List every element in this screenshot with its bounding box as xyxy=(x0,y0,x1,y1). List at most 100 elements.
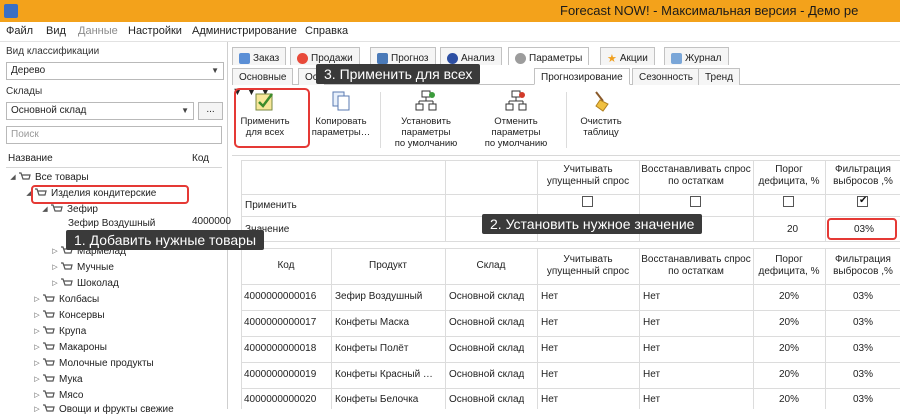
col-deficit-threshold[interactable]: Порог дефицита, % xyxy=(755,254,823,278)
cell-product: Конфеты Маска xyxy=(335,317,410,328)
tree-item-label: Молочные продукты xyxy=(59,357,154,369)
tree-item-myaso[interactable]: ▷ Мясо xyxy=(32,388,83,402)
subtab-forecasting[interactable]: Прогнозирование xyxy=(534,68,630,85)
tree-item-konservy[interactable]: ▷ Консервы xyxy=(32,308,104,322)
tree-item-makarony[interactable]: ▷ Макароны xyxy=(32,340,107,354)
cell-outlier: 03% xyxy=(853,317,874,328)
cell-outlier: 03% xyxy=(853,369,874,380)
tab-journal[interactable]: Журнал xyxy=(664,47,729,65)
tree-item-zefir[interactable]: ◢ Зефир xyxy=(40,202,98,216)
expand-icon[interactable]: ▷ xyxy=(32,359,42,367)
cart-icon xyxy=(43,390,55,400)
title-bar: Forecast NOW! - Максимальная версия - Де… xyxy=(0,0,900,22)
tree-item-shokolad[interactable]: ▷ Шоколад xyxy=(50,276,119,290)
expand-icon[interactable]: ▷ xyxy=(32,405,42,413)
tab-promotions[interactable]: ★ Акции xyxy=(600,47,655,65)
expand-icon[interactable]: ▷ xyxy=(32,343,42,351)
subtab-trend[interactable]: Тренд xyxy=(698,68,741,85)
tree-item-zefir-vozdushny[interactable]: Зефир Воздушный xyxy=(68,216,155,230)
tree-item-muka[interactable]: ▷ Мука xyxy=(32,372,82,386)
warehouse-more-button[interactable]: ... xyxy=(198,102,223,120)
expand-icon[interactable]: ▷ xyxy=(32,311,42,319)
grid-line xyxy=(825,160,826,242)
tree-item-kolbasy[interactable]: ▷ Колбасы xyxy=(32,292,99,306)
cell-code: 4000000000016 xyxy=(244,291,317,302)
gear-icon xyxy=(515,52,526,64)
col-deficit-threshold: Порог дефицита, % xyxy=(758,164,820,187)
tree-col-name[interactable]: Название xyxy=(8,153,53,164)
col-product[interactable]: Продукт xyxy=(331,260,445,272)
cancel-default-button[interactable]: Отменить параметры по умолчанию xyxy=(478,90,554,149)
cell-code: 4000000000020 xyxy=(244,394,317,405)
expand-icon[interactable]: ▷ xyxy=(50,263,60,271)
tree-col-code[interactable]: Код xyxy=(192,153,209,164)
cell-product: Конфеты Красный … xyxy=(335,369,433,380)
tab-sales[interactable]: Продажи xyxy=(290,47,360,65)
journal-icon xyxy=(671,52,682,64)
search-input[interactable]: Поиск xyxy=(6,126,222,144)
order-icon xyxy=(239,52,250,64)
warehouse-select[interactable]: Основной склад ▼ xyxy=(6,102,194,120)
expand-icon[interactable]: ▷ xyxy=(32,295,42,303)
expand-icon[interactable]: ▷ xyxy=(32,327,42,335)
tree-item-molochnye[interactable]: ▷ Молочные продукты xyxy=(32,356,154,370)
cart-icon xyxy=(61,278,73,288)
apply-outlier-checkbox[interactable] xyxy=(857,195,868,207)
collapse-icon[interactable]: ◢ xyxy=(8,173,18,181)
cart-icon xyxy=(43,294,55,304)
col-code[interactable]: Код xyxy=(241,260,331,272)
warehouse-value: Основной склад xyxy=(11,105,87,116)
tab-parameters[interactable]: Параметры xyxy=(508,47,590,65)
forecast-icon xyxy=(377,52,388,64)
menu-settings[interactable]: Настройки xyxy=(128,25,182,37)
col-outlier-filter[interactable]: Фильтрация выбросов ,% xyxy=(827,254,899,278)
highlight-value-cell xyxy=(827,218,897,240)
cell-warehouse: Основной склад xyxy=(449,369,525,380)
col-outlier-filter: Фильтрация выбросов ,% xyxy=(833,164,893,187)
expand-icon[interactable]: ▷ xyxy=(32,375,42,383)
chevron-down-icon: ▼ xyxy=(211,66,219,75)
col-lost-demand[interactable]: Учитывать упущенный спрос xyxy=(539,254,637,278)
cart-icon xyxy=(19,172,31,182)
cell-warehouse: Основной склад xyxy=(449,394,525,405)
tree-item-krupa[interactable]: ▷ Крупа xyxy=(32,324,86,338)
apply-deficit-checkbox[interactable] xyxy=(783,196,794,207)
col-restore-demand[interactable]: Восстанавливать спрос по остаткам xyxy=(641,254,751,278)
copy-params-button[interactable]: Копировать параметры… xyxy=(310,90,372,138)
tree-item-muchnye[interactable]: ▷ Мучные xyxy=(50,260,114,274)
cell-code: 4000000000017 xyxy=(244,317,317,328)
cell-product: Конфеты Белочка xyxy=(335,394,419,405)
classification-select[interactable]: Дерево ▼ xyxy=(6,62,224,80)
tab-order[interactable]: Заказ xyxy=(232,47,287,65)
cart-icon xyxy=(43,342,55,352)
tab-analysis[interactable]: Анализ xyxy=(440,47,502,65)
clear-table-button[interactable]: Очистить таблицу xyxy=(572,90,630,138)
menu-data[interactable]: Данные xyxy=(78,25,118,37)
callout-step-3: 3. Применить для всех xyxy=(316,64,481,84)
tree-item-ovoshchi[interactable]: ▷ Овощи и фрукты свежие xyxy=(32,402,173,416)
grid-line xyxy=(537,248,538,409)
apply-lost-demand-checkbox[interactable] xyxy=(582,196,593,207)
expand-icon[interactable]: ▷ xyxy=(50,247,60,255)
tree-item-all-goods[interactable]: ◢ Все товары xyxy=(8,170,88,184)
menu-administration[interactable]: Администрирование xyxy=(192,25,297,37)
apply-restore-demand-checkbox[interactable] xyxy=(690,196,701,207)
collapse-icon[interactable]: ◢ xyxy=(40,205,50,213)
grid-line xyxy=(241,336,900,337)
tree-item-label: Зефир xyxy=(67,203,98,215)
expand-icon[interactable]: ▷ xyxy=(50,279,60,287)
expand-icon[interactable]: ▷ xyxy=(32,391,42,399)
subtab-seasonality[interactable]: Сезонность xyxy=(632,68,700,85)
tab-forecast[interactable]: Прогноз xyxy=(370,47,436,65)
menu-view[interactable]: Вид xyxy=(46,25,66,37)
deficit-value-input[interactable]: 20 xyxy=(787,224,798,235)
cell-deficit: 20% xyxy=(779,369,800,380)
col-warehouse[interactable]: Склад xyxy=(445,260,537,272)
subtab-main[interactable]: Основные xyxy=(232,68,294,85)
cell-deficit: 20% xyxy=(779,291,800,302)
cell-deficit: 20% xyxy=(779,317,800,328)
menu-help[interactable]: Справка xyxy=(305,25,348,37)
cart-icon xyxy=(43,358,55,368)
set-default-button[interactable]: Установить параметры по умолчанию xyxy=(388,90,464,149)
menu-file[interactable]: Файл xyxy=(6,25,33,37)
